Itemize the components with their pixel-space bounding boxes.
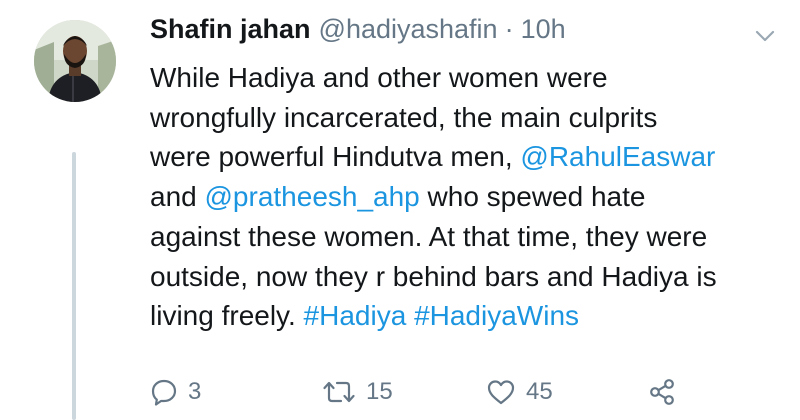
tweet-text-segment: living freely.: [150, 300, 304, 332]
share-icon: [650, 379, 674, 405]
retweet-icon: [323, 381, 355, 403]
like-count: 45: [526, 378, 553, 405]
share-button[interactable]: [648, 372, 676, 412]
reply-button[interactable]: 3: [150, 372, 201, 412]
tweet-text-segment: against these women. At that time, they …: [150, 220, 708, 252]
tweet-header: Shafin jahan @hadiyashafin · 10h: [150, 14, 566, 58]
author-name[interactable]: Shafin jahan: [150, 14, 311, 45]
reply-count: 3: [188, 378, 202, 405]
tweet-text-segment: wrongfully incarcerated, the main culpri…: [150, 101, 658, 133]
tweet-text-segment: and: [150, 181, 205, 213]
chevron-down-icon: [755, 30, 775, 42]
tweet-text-line: against these women. At that time, they …: [150, 217, 780, 257]
retweet-count: 15: [366, 378, 393, 405]
like-button[interactable]: 45: [486, 372, 553, 412]
tweet-text-segment: [406, 300, 414, 331]
avatar[interactable]: [34, 20, 116, 102]
separator-dot: ·: [504, 14, 514, 44]
tweet-text-line: While Hadiya and other women were: [150, 58, 780, 98]
mention-link[interactable]: @RahulEaswar: [520, 141, 715, 172]
tweet-text-segment: who spewed hate: [419, 181, 646, 213]
tweet-text-segment: While Hadiya and other women were: [150, 62, 608, 93]
tweet-text: While Hadiya and other women were wrongfu…: [150, 58, 780, 336]
hashtag-link[interactable]: #Hadiya: [304, 300, 407, 331]
tweet-text-line: outside, now they r behind bars and Hadi…: [150, 257, 780, 297]
tweet-actions: 3 15 45: [150, 372, 750, 412]
retweet-button[interactable]: 15: [322, 372, 393, 412]
tweet-text-line: and @pratheesh_ahp who spewed hate: [150, 177, 780, 217]
tweet-text-line: wrongfully incarcerated, the main culpri…: [150, 98, 780, 138]
author-handle[interactable]: @hadiyashafin: [319, 14, 498, 45]
tweet-text-segment: outside, now they r behind bars and Hadi…: [150, 260, 717, 292]
tweet-timestamp[interactable]: 10h: [521, 14, 566, 45]
tweet-text-segment: were powerful Hindutva men,: [150, 141, 521, 173]
hashtag-link[interactable]: #HadiyaWins: [414, 300, 579, 331]
tweet-text-line: were powerful Hindutva men, @RahulEaswar: [150, 137, 780, 177]
tweet-text-line: living freely. #Hadiya #HadiyaWins: [150, 296, 780, 336]
more-options-button[interactable]: [752, 26, 778, 46]
thread-line: [72, 152, 76, 420]
reply-icon: [151, 379, 177, 406]
avatar-photo: [34, 20, 116, 102]
mention-link[interactable]: @pratheesh_ahp: [205, 181, 420, 212]
like-icon: [487, 380, 515, 405]
